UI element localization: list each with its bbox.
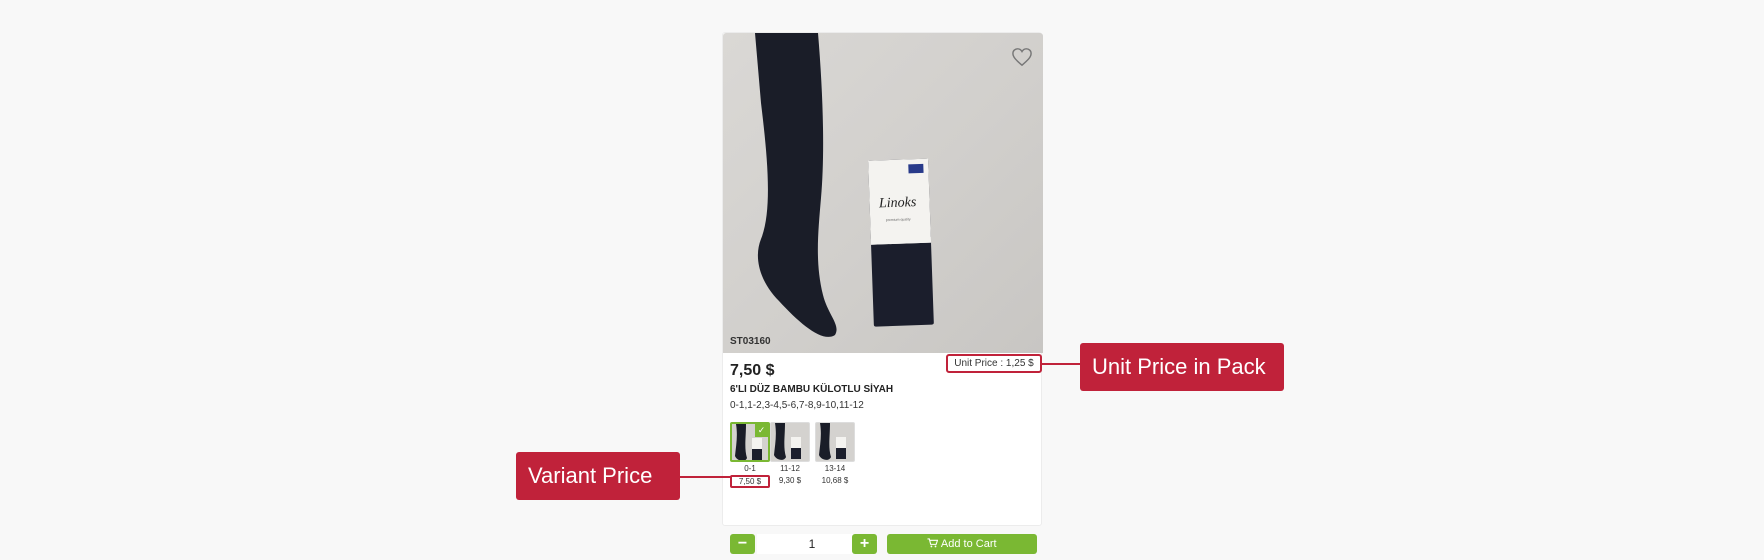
check-icon: ✓ [755, 424, 768, 437]
variant-option[interactable]: 13-14 10,68 $ [815, 422, 855, 486]
product-name[interactable]: 6'LI DÜZ BAMBU KÜLOTLU SİYAH [730, 384, 893, 395]
variant-label: 11-12 [780, 464, 800, 473]
heart-icon[interactable] [1011, 47, 1033, 67]
cart-icon [927, 538, 940, 550]
add-to-cart-button[interactable]: Add to Cart [887, 534, 1037, 554]
decrease-quantity-button[interactable]: − [730, 534, 755, 554]
variant-price: 9,30 $ [778, 476, 802, 485]
variant-option[interactable]: ✓ 0-1 7,50 $ [730, 422, 770, 488]
variant-thumbnail [770, 422, 810, 462]
unit-price-callout: Unit Price in Pack [1080, 343, 1284, 391]
unit-price-box: Unit Price : 1,25 $ [946, 354, 1042, 373]
variant-price-connector [680, 476, 732, 478]
size-range: 0-1,1-2,3-4,5-6,7-8,9-10,11-12 [730, 400, 864, 411]
product-card: Linoks premium quality ST03160 7,50 $ 6'… [722, 32, 1043, 554]
product-image[interactable]: Linoks premium quality ST03160 [723, 33, 1043, 353]
variant-option[interactable]: 11-12 9,30 $ [770, 422, 810, 486]
variant-thumbnail [815, 422, 855, 462]
add-to-cart-label: Add to Cart [940, 538, 997, 550]
variant-thumbnail: ✓ [730, 422, 770, 462]
variant-price-callout: Variant Price [516, 452, 680, 500]
variant-price: 10,68 $ [821, 476, 849, 485]
variant-price: 7,50 $ [730, 475, 770, 488]
product-price: 7,50 $ [730, 362, 775, 379]
increase-quantity-button[interactable]: + [852, 534, 877, 554]
box-brand-text: Linoks [878, 195, 917, 211]
product-photo: Linoks premium quality [755, 33, 934, 337]
variant-label: 13-14 [824, 464, 846, 473]
unit-price-connector [1042, 363, 1080, 365]
quantity-input[interactable] [757, 534, 867, 554]
sku-label: ST03160 [730, 336, 771, 347]
variant-label: 0-1 [744, 464, 756, 473]
